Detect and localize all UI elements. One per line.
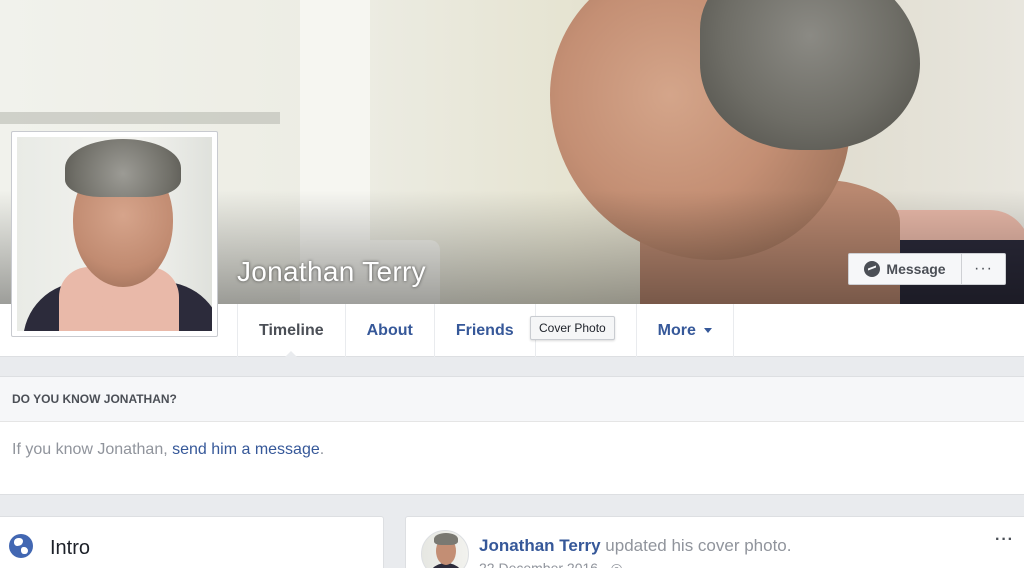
tab-more[interactable]: More — [635, 304, 734, 357]
tab-friends[interactable]: Friends — [433, 304, 535, 357]
message-button-label: Message — [886, 261, 946, 277]
post-headline: Jonathan Terry updated his cover photo. — [479, 536, 791, 556]
know-box-period: . — [319, 441, 325, 458]
know-box-body: If you know Jonathan, send him a message… — [0, 422, 1024, 478]
know-box: DO YOU KNOW JONATHAN? If you know Jonath… — [0, 376, 1024, 495]
post-author-link[interactable]: Jonathan Terry — [479, 536, 601, 555]
message-button[interactable]: Message — [848, 253, 962, 285]
globe-icon — [9, 534, 33, 558]
know-box-heading: DO YOU KNOW JONATHAN? — [0, 377, 1024, 422]
post-card: Jonathan Terry updated his cover photo. … — [405, 516, 1024, 568]
messenger-icon — [864, 261, 881, 277]
send-message-link[interactable]: send him a message — [172, 441, 320, 458]
post-options-button[interactable]: ··· — [995, 531, 1014, 549]
cover-hair — [700, 0, 920, 150]
profile-photo — [17, 137, 212, 331]
profile-name[interactable]: Jonathan Terry — [237, 256, 426, 288]
more-options-button[interactable]: ··· — [962, 253, 1006, 285]
cover-actions: Message ··· — [848, 253, 1006, 285]
caret-down-icon — [703, 328, 712, 333]
intro-card: Intro — [0, 516, 384, 568]
post-avatar[interactable] — [421, 530, 469, 568]
post-timestamp[interactable]: 22 December 2016 · ◎ — [479, 560, 623, 568]
tab-about[interactable]: About — [344, 304, 434, 357]
tab-more-label: More — [657, 321, 696, 339]
nav-tabs: Timeline About Friends More — [237, 304, 734, 357]
know-box-text: If you know Jonathan, — [12, 441, 173, 458]
intro-title: Intro — [50, 537, 91, 559]
avatar-hair — [434, 533, 458, 545]
cover-photo-tooltip: Cover Photo — [530, 316, 615, 340]
cover-shelf — [0, 112, 280, 124]
post-action-text: updated his cover photo. — [600, 536, 792, 555]
pp-hair — [65, 139, 181, 197]
tab-timeline[interactable]: Timeline — [237, 304, 345, 357]
profile-picture[interactable] — [11, 131, 218, 337]
